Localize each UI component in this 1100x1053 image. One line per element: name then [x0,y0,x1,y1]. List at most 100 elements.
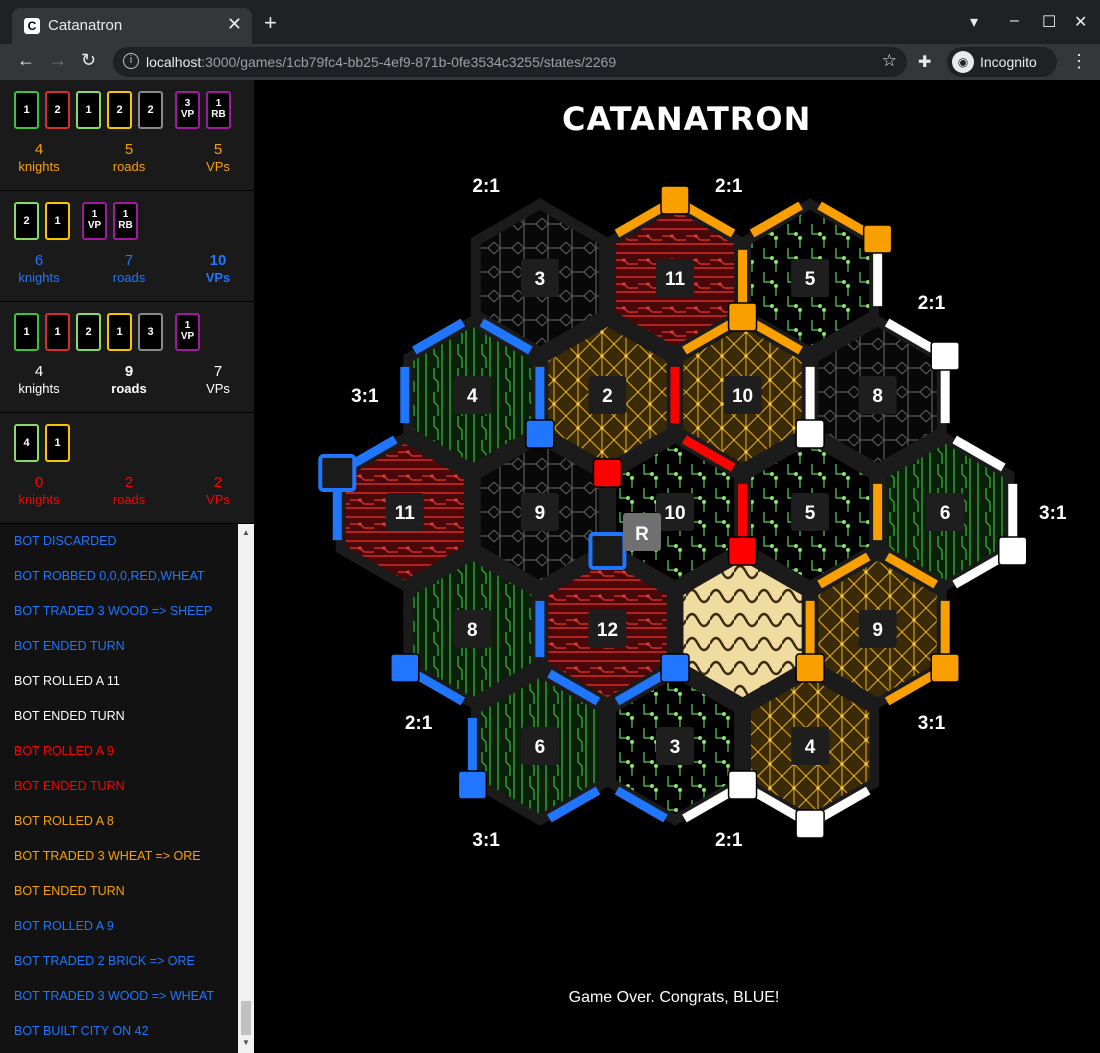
knights-stat-label: knights [18,381,60,396]
incognito-badge[interactable]: ◉ Incognito [947,47,1057,77]
knights-stat-label: knights [18,492,60,507]
robber-label: R [635,524,649,545]
dev-card-count: 1 [215,98,222,109]
roads-stat-label: roads [112,492,146,507]
blue-city [588,532,627,570]
resource-card-ore: 3 [138,313,163,351]
scroll-down-icon[interactable]: ▼ [242,1038,250,1047]
white-settlement [930,341,960,371]
blue-settlement [660,653,690,683]
dev-card: 1 RB [113,202,138,240]
red-settlement [592,458,623,488]
resource-card-sheep: 1 [76,91,101,129]
forward-arrow-icon[interactable]: → [49,50,67,71]
new-tab-icon[interactable]: + [264,12,277,34]
knights-stat: 0 knights [0,474,79,507]
port-label: 2:1 [715,830,743,851]
player-panel: 1 1 2 1 3 1 VP 4 knights 9 roads 7 VPs [0,302,254,413]
bookmark-star-icon[interactable]: ☆ [882,51,897,71]
dev-card: 1 RB [206,91,231,129]
number-token-label: 8 [467,620,478,641]
orange-settlement [795,653,825,683]
number-token-label: 12 [597,620,618,641]
vps-stat-value: 2 [213,474,223,491]
player-panel: 1 2 1 2 2 3 VP 1 RB 4 knights 5 roads 5 VPs [0,80,254,191]
profile-dropdown-icon[interactable]: ▾ [970,12,978,32]
reload-icon[interactable]: ↻ [81,50,96,71]
dev-card: 1 VP [175,313,200,351]
vps-stat: 5 VPs [178,141,258,174]
url-text[interactable]: localhost:3000/games/1cb79fc4-bb25-4ef9-… [146,54,616,70]
knights-stat-value: 4 [34,141,44,158]
blue-settlement [390,653,420,683]
orange-settlement [930,653,960,683]
log-entry: BOT ROLLED A 11 [14,674,120,688]
resource-card-wheat: 1 [45,202,70,240]
extensions-puzzle-icon[interactable]: ✚ [918,52,931,72]
number-token-label: 11 [665,269,686,290]
vps-stat-value: 7 [213,363,223,380]
roads-stat-label: roads [111,381,147,396]
number-token-label: 3 [670,737,681,758]
knights-stat-value: 4 [34,363,44,380]
log-entry: BOT TRADED 2 BRICK => ORE [14,954,195,968]
back-arrow-icon[interactable]: ← [17,50,35,71]
minimize-icon[interactable]: – [1010,12,1019,30]
scroll-thumb[interactable] [241,1001,251,1035]
number-token-label: 4 [467,386,478,407]
roads-stat-value: 9 [124,363,134,380]
number-token-label: 5 [805,503,816,524]
incognito-icon: ◉ [952,51,974,73]
scroll-up-icon[interactable]: ▲ [242,528,250,537]
vps-stat-value: 5 [213,141,223,158]
browser-toolbar: ← → ↻ i localhost:3000/games/1cb79fc4-bb… [0,44,1100,80]
roads-stat-value: 2 [124,474,134,491]
roads-stat: 9 roads [89,363,169,396]
url-host: localhost [146,54,202,70]
white-settlement [795,809,825,839]
browser-menu-icon[interactable]: ⋮ [1070,51,1088,72]
catan-board: 3 11 5 4 2 10 8 11 9 10 5 6 8 12 9 6 3 4 R 2:1 2:1 2:1 3:1 3:1 2… [318,176,1067,851]
port-label: 2:1 [472,176,500,197]
resource-card-brick: 2 [45,91,70,129]
vps-stat-label: VPs [206,159,230,174]
number-token-label: 5 [805,269,816,290]
knights-stat: 4 knights [0,141,79,174]
number-token-label: 10 [664,503,685,524]
close-window-icon[interactable]: ✕ [1074,12,1087,32]
dev-card-type: RB [211,109,226,120]
vps-stat: 7 VPs [178,363,258,396]
number-token-label: 4 [805,737,816,758]
site-info-icon[interactable]: i [123,53,139,69]
log-scrollbar[interactable]: ▲ ▼ [238,524,254,1053]
log-entry: BOT TRADED 3 WHEAT => ORE [14,849,201,863]
port-label: 3:1 [1039,503,1067,524]
roads-stat-value: 7 [124,252,134,269]
player-panel: 4 1 0 knights 2 roads 2 VPs [0,413,254,524]
log-entry: BOT ENDED TURN [14,639,125,653]
sidebar: 1 2 1 2 2 3 VP 1 RB 4 knights 5 roads 5 VPs 2 1 1 VP 1 RB 6 kn… [0,80,254,1053]
number-token-label: 8 [872,386,883,407]
browser-tab-strip: C Catanatron ✕ + ▾ – ☐ ✕ [0,0,1100,44]
dev-card: 1 VP [82,202,107,240]
maximize-icon[interactable]: ☐ [1042,12,1056,32]
roads-stat: 7 roads [89,252,169,285]
browser-tab[interactable]: C Catanatron ✕ [12,8,252,44]
resource-card-sheep: 2 [14,202,39,240]
address-bar[interactable]: i localhost:3000/games/1cb79fc4-bb25-4ef… [113,47,907,77]
number-token-label: 9 [872,620,883,641]
knights-stat: 4 knights [0,363,79,396]
game-log[interactable]: BOT DISCARDED BOT ROBBED 0,0,0,RED,WHEAT B… [0,524,238,1053]
knights-stat-label: knights [18,159,60,174]
orange-settlement [727,302,758,332]
orange-settlement [862,224,893,254]
tab-title: Catanatron [48,17,123,34]
blue-settlement [457,770,488,800]
close-tab-icon[interactable]: ✕ [227,14,242,35]
roads-stat-value: 5 [124,141,134,158]
log-entry: BOT TRADED 3 WOOD => WHEAT [14,989,215,1003]
dev-card-count: 3 [184,98,191,109]
game-over-message: Game Over. Congrats, BLUE! [568,989,780,1006]
dev-card-count: 1 [122,209,129,220]
resource-card-wheat: 2 [107,91,132,129]
